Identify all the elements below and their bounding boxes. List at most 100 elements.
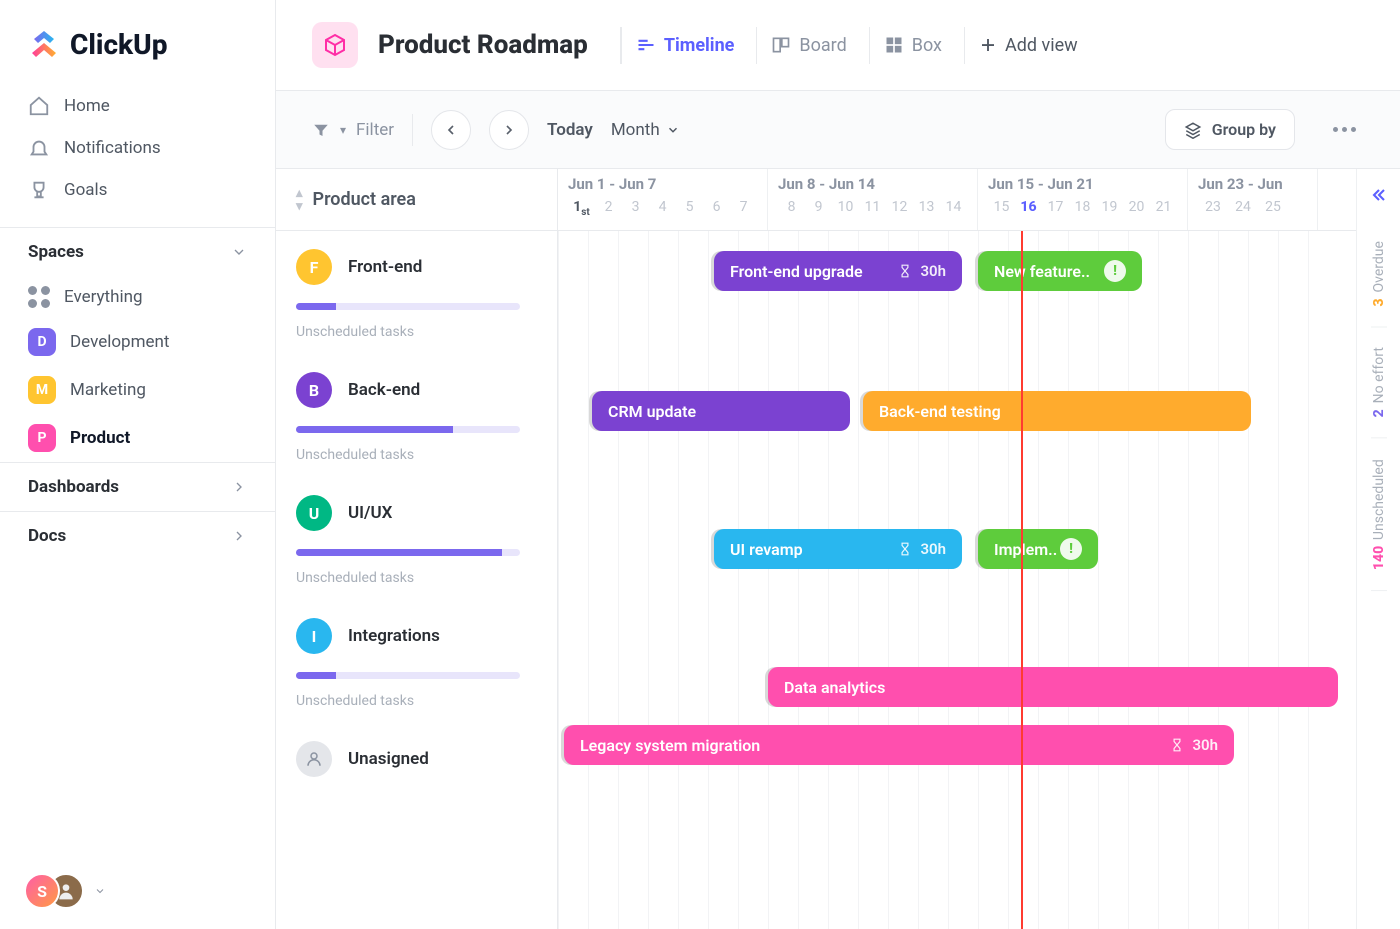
spaces-header[interactable]: Spaces bbox=[0, 227, 275, 276]
space-item-development[interactable]: DDevelopment bbox=[0, 318, 275, 366]
day-label: 8 bbox=[778, 199, 805, 215]
unscheduled-label[interactable]: Unscheduled tasks bbox=[296, 324, 537, 340]
group-row-unassigned[interactable]: Unasigned bbox=[276, 723, 557, 791]
view-tab-board[interactable]: Board bbox=[756, 27, 860, 64]
space-item-product[interactable]: PProduct bbox=[0, 414, 275, 462]
rail-metric-overdue[interactable]: 3Overdue bbox=[1371, 221, 1387, 327]
task-bar[interactable]: Front-end upgrade30h bbox=[714, 251, 962, 291]
folder-badge[interactable] bbox=[312, 22, 358, 68]
grouping-column-header[interactable]: ▴▾ Product area bbox=[276, 169, 557, 231]
day-label: 18 bbox=[1069, 199, 1096, 215]
filter-label: Filter bbox=[356, 120, 394, 140]
collapse-rail[interactable] bbox=[1363, 179, 1395, 215]
group-by-label: Group by bbox=[1212, 120, 1276, 139]
task-bar[interactable]: Back-end testing bbox=[863, 391, 1251, 431]
task-label: Back-end testing bbox=[879, 402, 1001, 421]
add-view-label: Add view bbox=[1005, 35, 1078, 56]
view-tab-timeline[interactable]: Timeline bbox=[620, 27, 749, 64]
range-select[interactable]: Month bbox=[611, 120, 680, 140]
divider bbox=[412, 114, 413, 146]
user-menu[interactable]: S bbox=[0, 853, 275, 929]
task-bar[interactable]: New feature..! bbox=[978, 251, 1142, 291]
logo[interactable]: ClickUp bbox=[0, 0, 275, 85]
group-progress bbox=[296, 426, 520, 433]
week-column: Jun 23 - Jun232425 bbox=[1188, 169, 1318, 230]
group-progress bbox=[296, 672, 520, 679]
task-effort: 30h bbox=[920, 540, 946, 558]
space-everything[interactable]: Everything bbox=[0, 276, 275, 318]
space-badge: M bbox=[28, 376, 56, 404]
nav-goals[interactable]: Goals bbox=[16, 169, 259, 211]
space-label: Marketing bbox=[70, 380, 146, 400]
group-badge: B bbox=[296, 372, 332, 408]
group-badge: F bbox=[296, 249, 332, 285]
avatar-stack: S bbox=[24, 873, 84, 909]
metric-count: 3 bbox=[1371, 298, 1387, 306]
task-bar[interactable]: UI revamp30h bbox=[714, 529, 962, 569]
group-by-button[interactable]: Group by bbox=[1165, 109, 1295, 150]
group-row[interactable]: U UI/UX Unscheduled tasks bbox=[276, 477, 557, 600]
day-label: 11 bbox=[859, 199, 886, 215]
week-column: Jun 1 - Jun 71st234567 bbox=[558, 169, 768, 230]
space-badge: P bbox=[28, 424, 56, 452]
space-item-marketing[interactable]: M Marketing bbox=[0, 366, 275, 414]
unscheduled-label[interactable]: Unscheduled tasks bbox=[296, 570, 537, 586]
dashboards-header[interactable]: Dashboards bbox=[0, 462, 275, 511]
chevron-down-icon bbox=[94, 885, 106, 897]
add-view[interactable]: Add view bbox=[964, 27, 1092, 64]
hourglass-icon bbox=[1170, 738, 1184, 752]
clickup-logo-icon bbox=[28, 29, 60, 61]
rail-metric-unsched[interactable]: 140Unscheduled bbox=[1371, 439, 1387, 591]
day-label: 5 bbox=[676, 199, 703, 218]
space-badge: D bbox=[28, 328, 56, 356]
group-progress bbox=[296, 303, 520, 310]
nav-notifications[interactable]: Notifications bbox=[16, 127, 259, 169]
day-label: 23 bbox=[1198, 199, 1228, 215]
group-row[interactable]: F Front-end Unscheduled tasks bbox=[276, 231, 557, 354]
day-label: 3 bbox=[622, 199, 649, 218]
view-tab-box[interactable]: Box bbox=[869, 27, 956, 64]
group-progress bbox=[296, 549, 520, 556]
task-bar[interactable]: CRM update bbox=[592, 391, 850, 431]
task-label: Data analytics bbox=[784, 678, 885, 697]
group-row[interactable]: B Back-end Unscheduled tasks bbox=[276, 354, 557, 477]
group-row[interactable]: I Integrations Unscheduled tasks bbox=[276, 600, 557, 723]
day-label: 10 bbox=[832, 199, 859, 215]
board-icon bbox=[771, 35, 791, 55]
right-rail: 3Overdue2No effort140Unscheduled bbox=[1356, 169, 1400, 929]
group-label: Front-end bbox=[348, 257, 422, 277]
task-bar[interactable]: Data analytics bbox=[768, 667, 1338, 707]
timeline-grid[interactable]: Jun 1 - Jun 71st234567Jun 8 - Jun 148910… bbox=[558, 169, 1356, 929]
rail-metric-noeffort[interactable]: 2No effort bbox=[1371, 327, 1387, 438]
more-menu[interactable] bbox=[1325, 119, 1364, 140]
group-badge: U bbox=[296, 495, 332, 531]
task-bar[interactable]: Legacy system migration30h bbox=[564, 725, 1234, 765]
docs-header[interactable]: Docs bbox=[0, 511, 275, 560]
day-label: 21 bbox=[1150, 199, 1177, 215]
day-label: 16 bbox=[1015, 199, 1042, 215]
chevrons-left-icon bbox=[1369, 185, 1389, 205]
chevron-down-icon bbox=[231, 244, 247, 260]
task-label: Legacy system migration bbox=[580, 736, 760, 755]
unscheduled-label[interactable]: Unscheduled tasks bbox=[296, 693, 537, 709]
day-label: 14 bbox=[940, 199, 967, 215]
week-column: Jun 15 - Jun 2115161718192021 bbox=[978, 169, 1188, 230]
next-period[interactable] bbox=[489, 110, 529, 150]
task-bar[interactable]: Implem..! bbox=[978, 529, 1098, 569]
day-label: 25 bbox=[1258, 199, 1288, 215]
unscheduled-label[interactable]: Unscheduled tasks bbox=[296, 447, 537, 463]
today-button[interactable]: Today bbox=[547, 120, 593, 140]
sidebar: ClickUp Home Notifications Goals Spaces … bbox=[0, 0, 276, 929]
group-label: Unasigned bbox=[348, 749, 429, 769]
week-label: Jun 15 - Jun 21 bbox=[988, 175, 1177, 193]
view-tab-label: Box bbox=[912, 35, 942, 56]
week-column: Jun 8 - Jun 14891011121314 bbox=[768, 169, 978, 230]
day-label: 19 bbox=[1096, 199, 1123, 215]
nav-home[interactable]: Home bbox=[16, 85, 259, 127]
prev-period[interactable] bbox=[431, 110, 471, 150]
range-label: Month bbox=[611, 120, 660, 140]
filter-button[interactable]: ▾ Filter bbox=[312, 120, 394, 140]
nav-goals-label: Goals bbox=[64, 180, 107, 200]
main: Product Roadmap Timeline Board Box Add v… bbox=[276, 0, 1400, 929]
task-label: Implem.. bbox=[994, 540, 1057, 559]
